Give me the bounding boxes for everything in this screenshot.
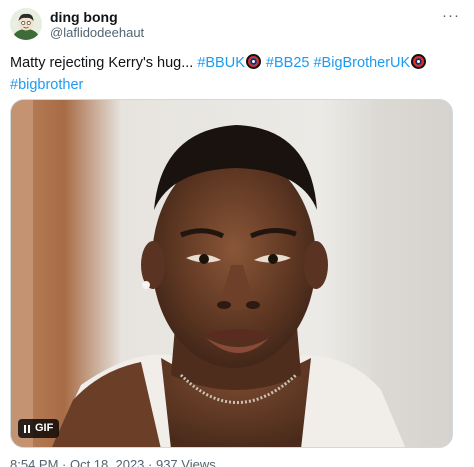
- hashtag-bb25[interactable]: #BB25: [266, 55, 310, 71]
- tweet-text: Matty rejecting Kerry's hug... #BBUK #BB…: [10, 52, 466, 96]
- tweet-card: ding bong @laflidodeehaut ··· Matty reje…: [0, 0, 474, 467]
- hashtag-bbuk[interactable]: #BBUK: [197, 55, 245, 71]
- tweet-text-body: Matty rejecting Kerry's hug...: [10, 55, 198, 71]
- more-options-icon[interactable]: ···: [442, 7, 460, 24]
- tweet-timestamp[interactable]: 8:54 PM · Oct 18, 2023 · 937 Views: [10, 457, 216, 467]
- big-brother-eye-icon: [411, 54, 427, 69]
- gif-media[interactable]: GIF: [10, 99, 453, 448]
- gif-frame-image: [11, 100, 452, 447]
- hashtag-bigbrother[interactable]: #bigbrother: [10, 77, 83, 93]
- author-display-name[interactable]: ding bong: [50, 9, 118, 25]
- hashtag-bigbrotheruk[interactable]: #BigBrotherUK: [313, 55, 410, 71]
- avatar-image: [10, 8, 42, 40]
- gif-label: GIF: [35, 422, 54, 434]
- pause-icon[interactable]: [24, 424, 30, 433]
- big-brother-eye-icon: [245, 54, 261, 69]
- gif-badge[interactable]: GIF: [18, 419, 60, 438]
- author-handle[interactable]: @laflidodeehaut: [50, 25, 144, 41]
- avatar[interactable]: [10, 8, 42, 40]
